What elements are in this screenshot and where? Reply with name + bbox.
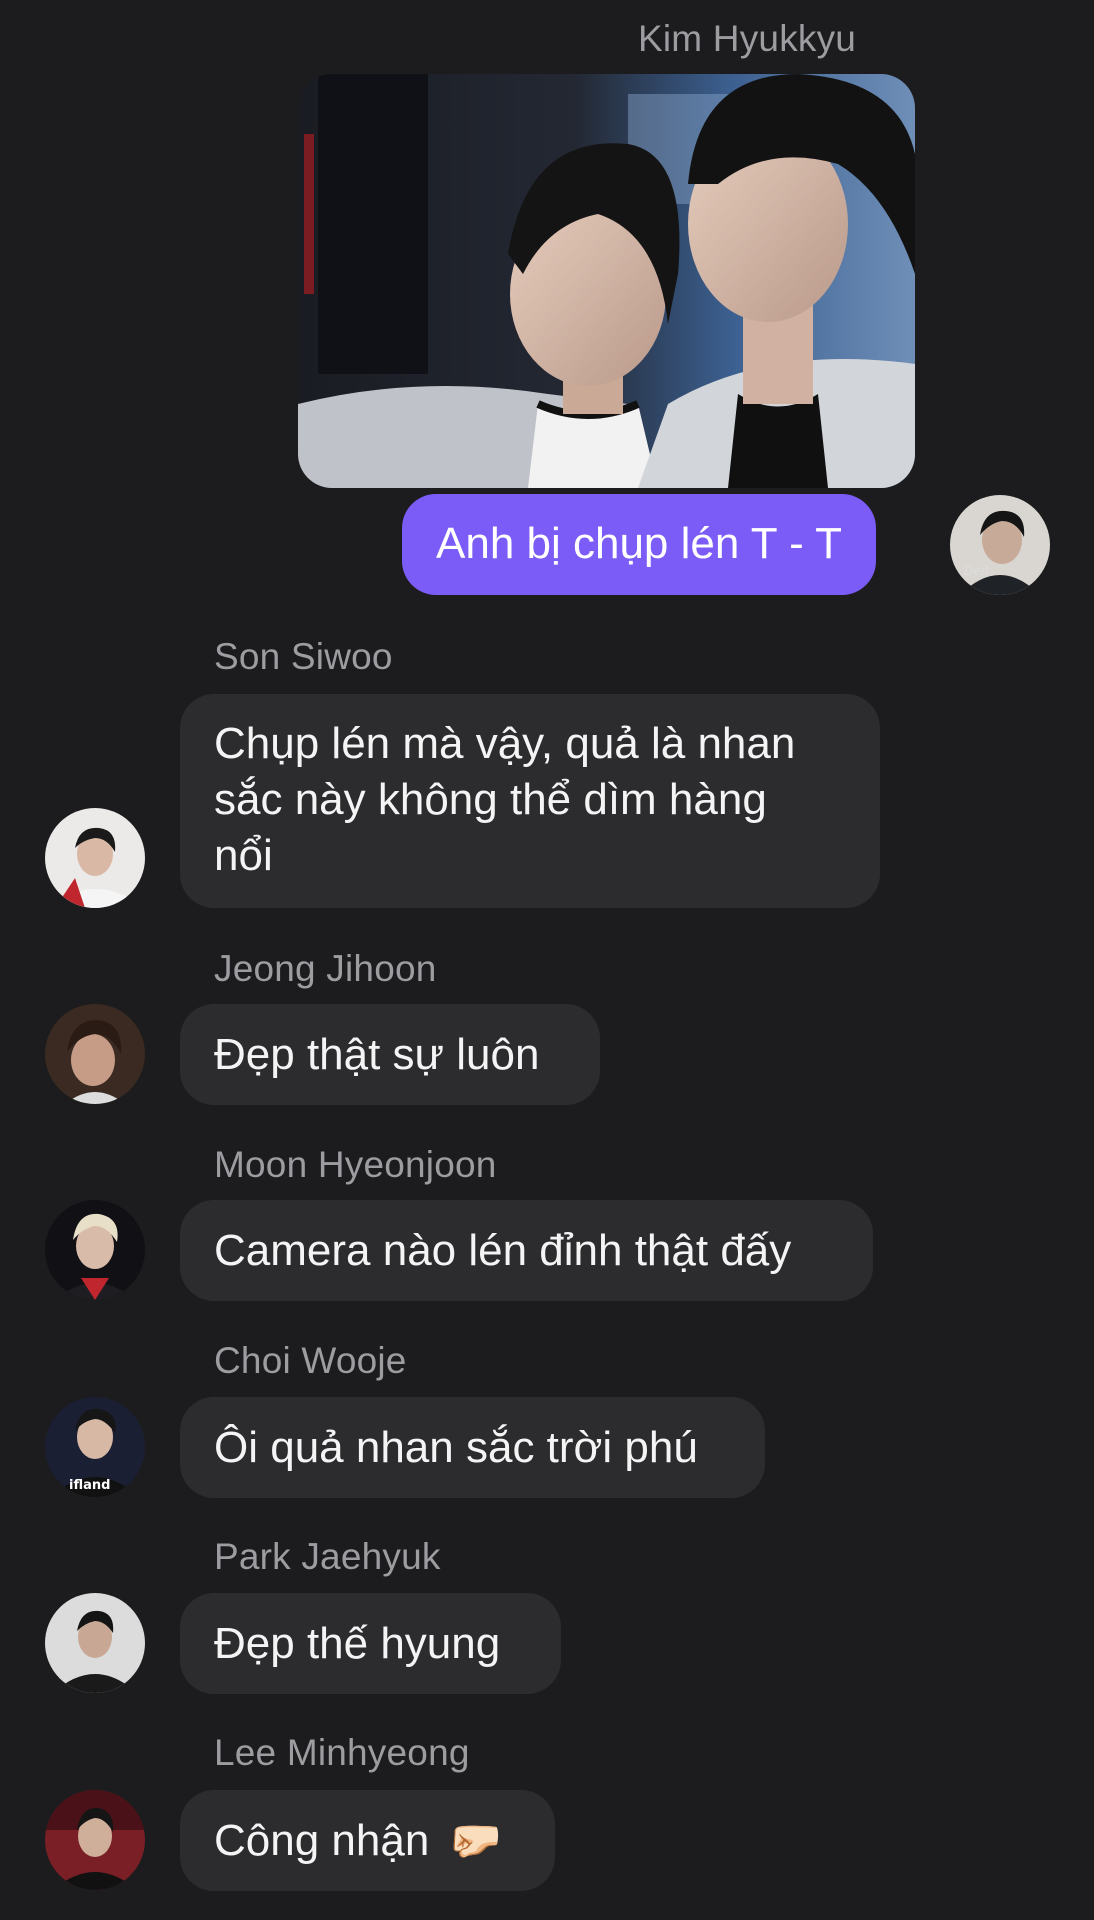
outgoing-message-bubble[interactable]: Anh bị chụp lén T - T xyxy=(402,494,877,595)
sender-name-jeong-jihoon: Jeong Jihoon xyxy=(214,948,437,989)
avatar-label: ifland xyxy=(69,1478,110,1493)
sender-name-moon-hyeonjoon: Moon Hyeonjoon xyxy=(214,1144,497,1185)
avatar-park-jaehyuk[interactable] xyxy=(45,1593,145,1693)
message-text: Công nhận xyxy=(214,1816,430,1865)
avatar-label: Deft xyxy=(964,564,991,578)
avatar-kim-hyukkyu[interactable]: Deft xyxy=(950,495,1050,595)
avatar-jeong-jihoon[interactable] xyxy=(45,1004,145,1104)
avatar-choi-wooje[interactable]: ifland xyxy=(45,1397,145,1497)
sender-name-lee-minhyeong: Lee Minhyeong xyxy=(214,1732,470,1773)
sender-name-kim-hyukkyu: Kim Hyukkyu xyxy=(638,18,857,59)
message-line: nổi xyxy=(214,831,273,880)
shared-photo[interactable] xyxy=(298,74,915,488)
sender-name-son-siwoo: Son Siwoo xyxy=(214,636,393,677)
sender-name-park-jaehyuk: Park Jaehyuk xyxy=(214,1536,441,1577)
incoming-message-bubble[interactable]: Ôi quả nhan sắc trời phú xyxy=(180,1397,765,1498)
incoming-message-bubble[interactable]: Camera nào lén đỉnh thật đấy xyxy=(180,1200,873,1301)
fist-bump-emoji: 🤛🏻 xyxy=(447,1816,503,1865)
avatar-moon-hyeonjoon[interactable] xyxy=(45,1200,145,1300)
incoming-message-bubble[interactable]: Công nhận 🤛🏻 xyxy=(180,1790,555,1891)
sender-name-choi-wooje: Choi Wooje xyxy=(214,1340,407,1381)
message-line: Chụp lén mà vậy, quả là nhan xyxy=(214,719,796,768)
chat-thread: Kim Hyukkyu Anh bị chụp lén T - T Deft S… xyxy=(0,0,1094,1920)
avatar-lee-minhyeong[interactable] xyxy=(45,1790,145,1890)
message-line: sắc này không thể dìm hàng xyxy=(214,775,767,824)
avatar-son-siwoo[interactable] xyxy=(45,808,145,908)
incoming-message-bubble[interactable]: Đẹp thật sự luôn xyxy=(180,1004,600,1105)
incoming-message-bubble[interactable]: Chụp lén mà vậy, quả là nhan sắc này khô… xyxy=(180,694,880,908)
incoming-message-bubble[interactable]: Đẹp thế hyung xyxy=(180,1593,561,1694)
